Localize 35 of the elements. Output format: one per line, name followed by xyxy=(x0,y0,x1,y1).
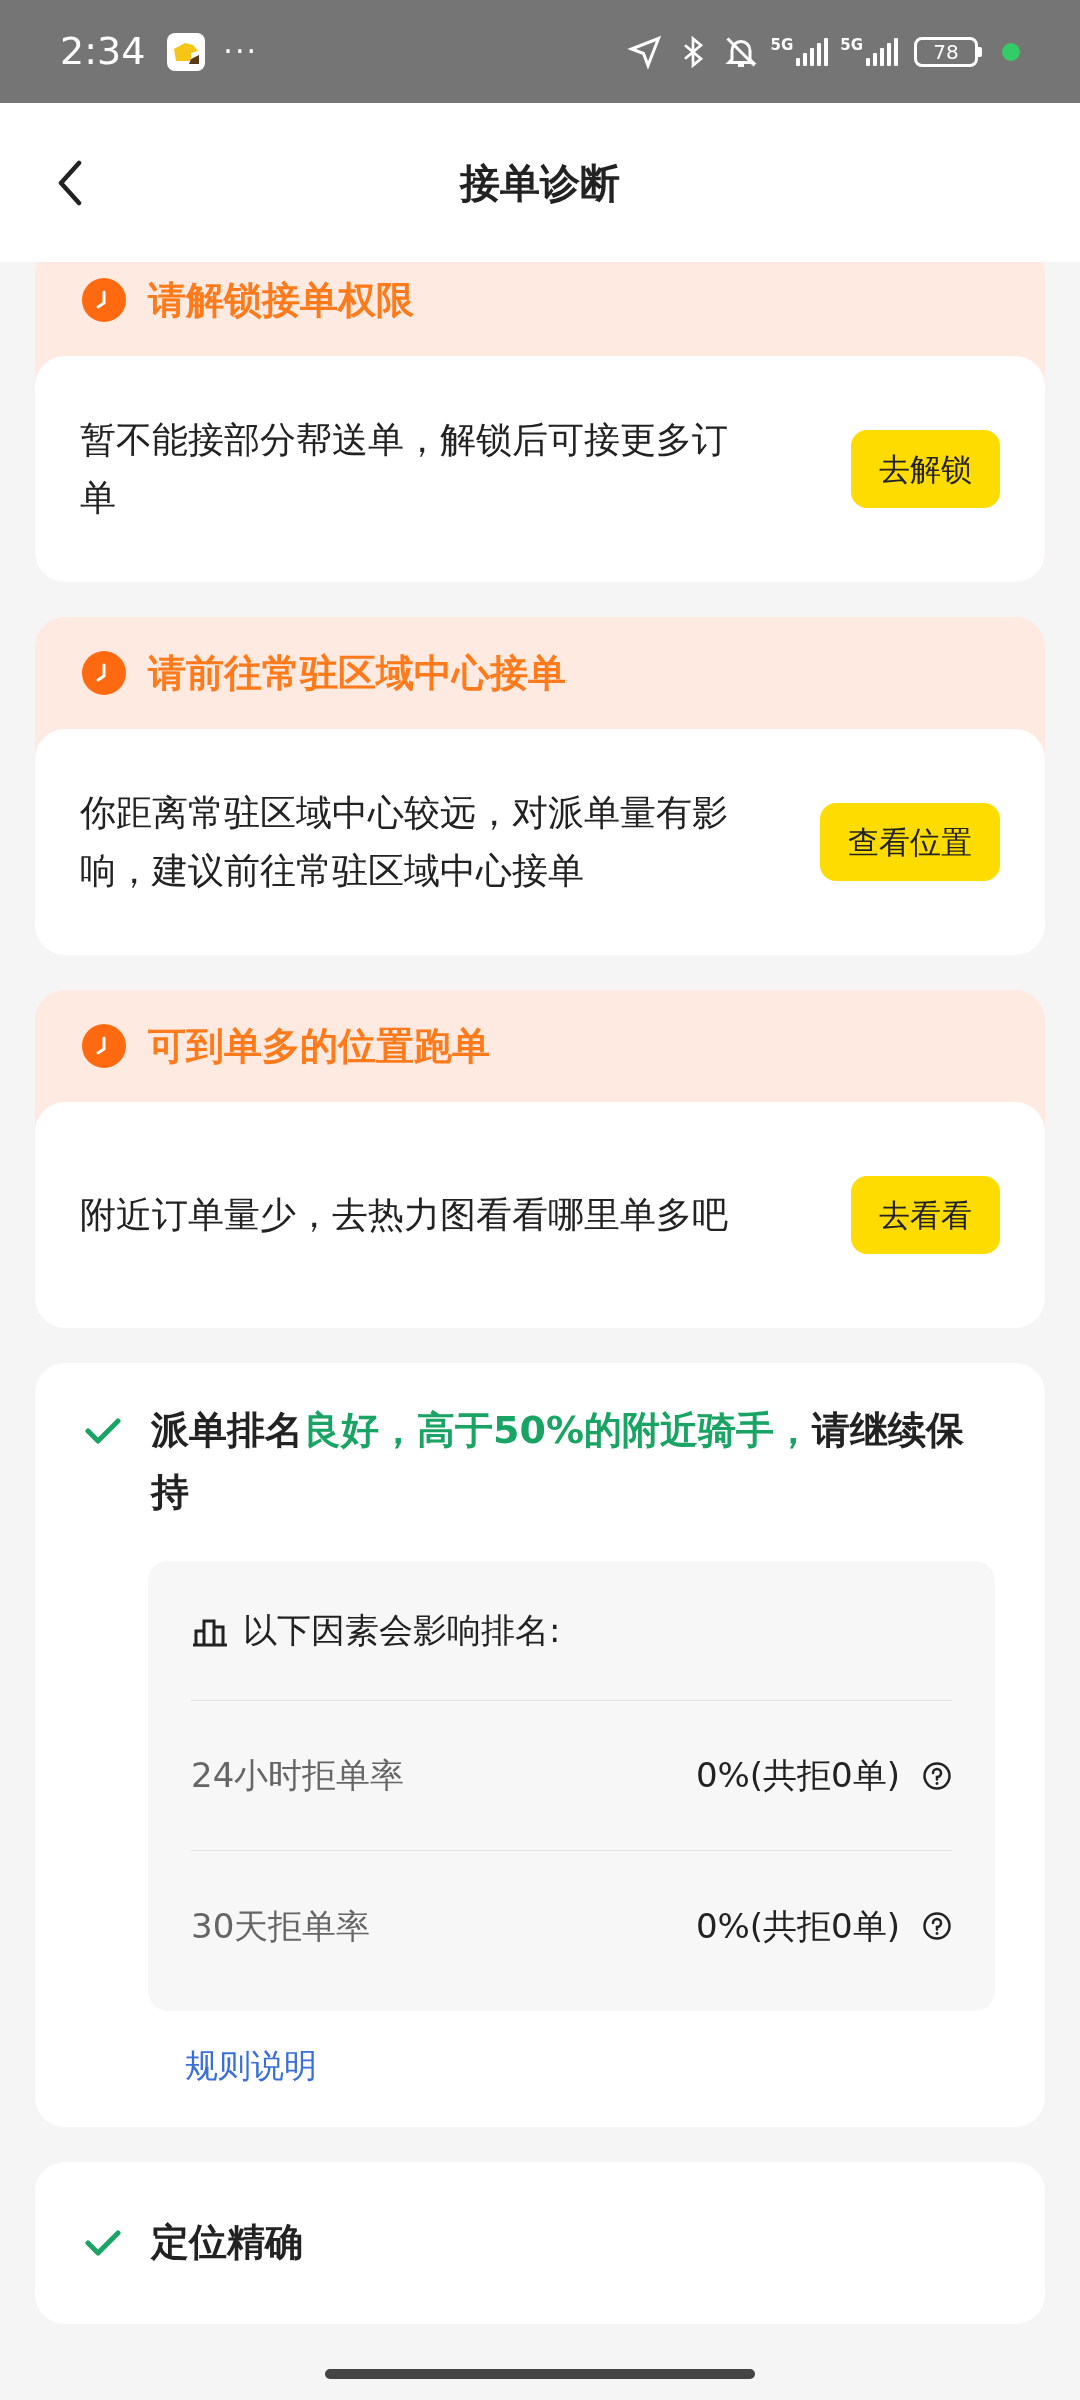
action-button[interactable]: 去看看 xyxy=(851,1176,1000,1254)
check-icon xyxy=(85,1417,121,1445)
more-dots: ··· xyxy=(223,33,258,71)
clock-icon xyxy=(82,278,126,322)
issue-title: 请解锁接单权限 xyxy=(148,276,414,324)
clock-icon xyxy=(82,1024,126,1068)
network-label: 5G xyxy=(840,37,863,53)
help-icon[interactable] xyxy=(922,1760,952,1791)
network-label: 5G xyxy=(770,37,794,53)
battery-indicator: 78 xyxy=(914,36,978,67)
page-title: 接单诊断 xyxy=(460,158,620,208)
signal-icon xyxy=(796,37,829,66)
issue-title: 请前往常驻区域中心接单 xyxy=(148,649,566,697)
signal-icon xyxy=(866,37,898,66)
issue-message: 附近订单量少，去热力图看看哪里单多吧 xyxy=(80,1193,729,1237)
location-status: 定位精确 xyxy=(151,2219,303,2266)
factor-value: 0%(共拒0单) xyxy=(695,1754,900,1797)
factor-label: 30天拒单率 xyxy=(191,1904,372,1948)
help-icon[interactable] xyxy=(922,1911,952,1941)
action-button[interactable]: 查看位置 xyxy=(820,803,1000,881)
factor-label: 24小时拒单率 xyxy=(191,1754,406,1797)
clock-icon xyxy=(82,651,126,695)
issue-title: 可到单多的位置跑单 xyxy=(148,1022,490,1070)
rules-link[interactable]: 规则说明 xyxy=(185,2041,317,2091)
ranking-summary: 派单排名 良好，高于50%的附近骑手，请继续保持 xyxy=(151,1407,965,1516)
app-icon xyxy=(167,32,206,71)
battery-tip xyxy=(978,46,982,57)
action-button[interactable]: 去解锁 xyxy=(851,430,1000,508)
factor-value: 0%(共拒0单) xyxy=(695,1904,900,1948)
issue-message: 你距离常驻区域中心较远，对派单量有影响，建议前往常驻区域中心接单 xyxy=(80,791,729,893)
issue-message: 暂不能接部分帮送单，解锁后可接更多订单 xyxy=(80,418,729,520)
factors-heading: 以下因素会影响排名: xyxy=(243,1609,561,1652)
location-arrow-icon xyxy=(626,33,663,70)
check-icon xyxy=(85,2228,121,2257)
clock: 2:34 xyxy=(60,28,146,75)
